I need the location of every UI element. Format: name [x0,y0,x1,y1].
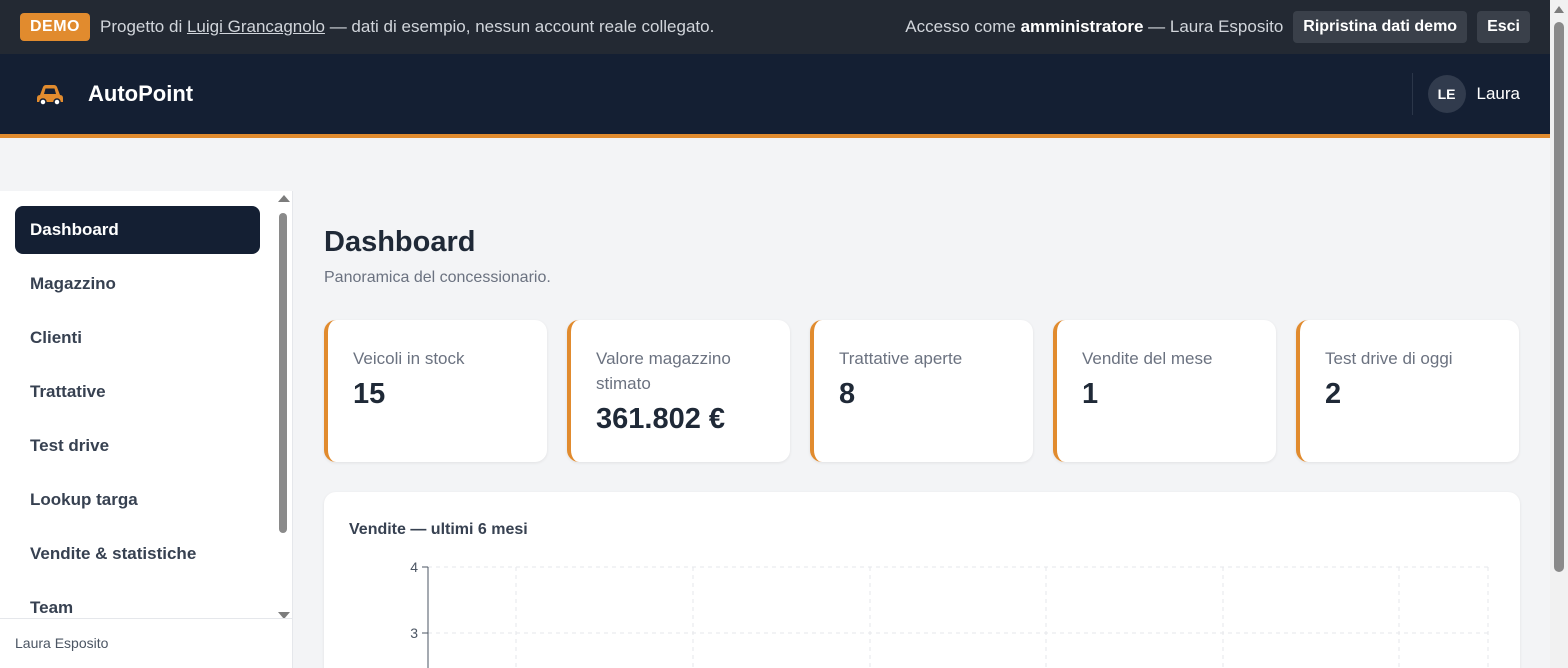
car-icon [37,85,63,106]
stat-card-test-drives: Test drive di oggi 2 [1296,320,1519,462]
page-title: Dashboard [324,226,476,258]
page-scrollbar[interactable] [1550,0,1568,668]
sidebar-footer-user: Laura Esposito [0,618,292,668]
sidebar-item-trattative[interactable]: Trattative [15,368,260,416]
reset-demo-button[interactable]: Ripristina dati demo [1293,11,1468,43]
stat-value: 15 [353,378,386,410]
sidebar-item-dashboard[interactable]: Dashboard [15,206,260,254]
stats-row: Veicoli in stock 15 Valore magazzino sti… [324,320,1519,462]
page-subtitle: Panoramica del concessionario. [324,269,551,286]
stat-value: 2 [1325,378,1342,410]
stat-card-monthly-sales: Vendite del mese 1 [1053,320,1276,462]
sidebar-item-test-drive[interactable]: Test drive [15,422,260,470]
demo-banner: DEMO Progetto di Luigi Grancagnolo — dat… [0,0,1550,54]
stat-label: Trattative aperte [839,349,963,368]
main-content: Dashboard Panoramica del concessionario.… [324,226,1520,462]
brand-name[interactable]: AutoPoint [88,81,193,107]
sales-chart-card: Vendite — ultimi 6 mesi 43 [324,492,1520,668]
sidebar: Dashboard Magazzino Clienti Trattative T… [0,191,293,668]
sidebar-item-magazzino[interactable]: Magazzino [15,260,260,308]
page-scroll-thumb[interactable] [1554,22,1564,572]
stat-card-stock: Veicoli in stock 15 [324,320,547,462]
stat-card-open-deals: Trattative aperte 8 [810,320,1033,462]
stat-label: Test drive di oggi [1325,349,1453,368]
author-link[interactable]: Luigi Grancagnolo [187,17,325,36]
access-prefix: Accesso come [905,17,1016,36]
stat-value: 8 [839,378,856,410]
demo-access-info: Accesso come amministratore — Laura Espo… [905,11,1530,43]
user-menu[interactable]: LE Laura [1411,73,1520,115]
sidebar-nav: Dashboard Magazzino Clienti Trattative T… [15,206,260,618]
logout-button[interactable]: Esci [1477,11,1530,43]
demo-badge: DEMO [20,13,90,41]
sidebar-scroll-thumb[interactable] [279,213,287,533]
demo-text: Progetto di Luigi Grancagnolo — dati di … [100,17,714,37]
scroll-up-arrow-icon[interactable] [278,195,290,202]
page-scroll-up-icon[interactable] [1554,6,1564,13]
chart-y-tick-label: 3 [410,625,418,641]
access-role: amministratore [1020,17,1144,36]
stat-value: 1 [1082,378,1099,410]
app-header: AutoPoint LE Laura [0,54,1550,138]
stat-card-inventory-value: Valore magazzino stimato 361.802 € [567,320,790,462]
avatar: LE [1427,75,1466,113]
access-text: Accesso come amministratore — Laura Espo… [905,17,1283,37]
demo-text-suffix: — dati di esempio, nessun account reale … [329,17,715,36]
sidebar-item-vendite[interactable]: Vendite & statistiche [15,530,260,578]
stat-label: Vendite del mese [1082,349,1213,368]
stat-label: Veicoli in stock [353,349,465,368]
sidebar-item-team[interactable]: Team [15,584,260,618]
stat-label: Valore magazzino stimato [596,349,731,393]
stat-value: 361.802 € [596,403,726,435]
user-name: Laura [1476,84,1520,103]
demo-text-prefix: Progetto di [100,17,183,36]
chart-y-tick-label: 4 [410,559,418,575]
access-user: — Laura Esposito [1148,17,1284,36]
sales-chart: 43 [410,559,1489,668]
sidebar-item-lookup-targa[interactable]: Lookup targa [15,476,260,524]
sidebar-scrollbar[interactable] [276,195,290,619]
sidebar-item-clienti[interactable]: Clienti [15,314,260,362]
